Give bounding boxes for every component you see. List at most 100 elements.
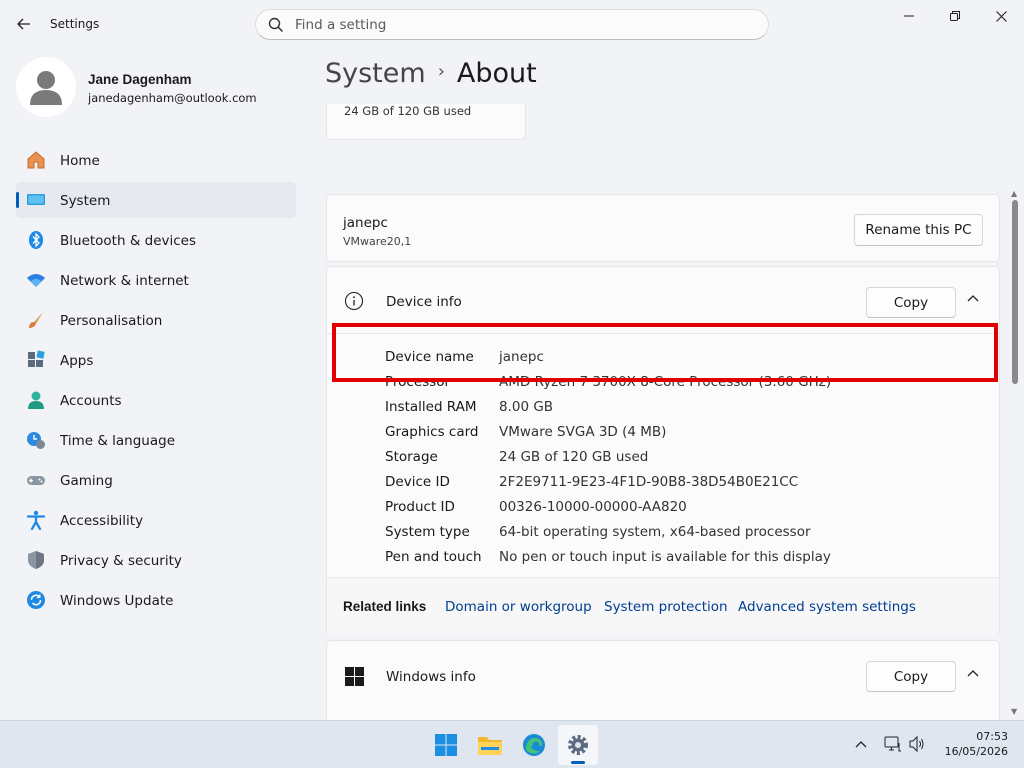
page-title: About bbox=[456, 58, 537, 89]
sidebar-item-privacy[interactable]: Privacy & security bbox=[16, 542, 296, 578]
sidebar-item-label: Home bbox=[60, 153, 100, 169]
sidebar-item-label: Accessibility bbox=[60, 513, 144, 529]
sidebar-item-label: Accounts bbox=[60, 393, 122, 409]
sidebar-item-accounts[interactable]: Accounts bbox=[16, 382, 296, 418]
sidebar-item-accessibility[interactable]: Accessibility bbox=[16, 502, 296, 538]
spec-value: 24 GB of 120 GB used bbox=[499, 449, 649, 465]
spec-key: Storage bbox=[385, 449, 438, 465]
maximize-button[interactable] bbox=[932, 0, 978, 32]
sidebar-item-home[interactable]: Home bbox=[16, 142, 296, 178]
back-arrow-icon bbox=[17, 18, 30, 30]
windows-logo-icon bbox=[345, 667, 364, 686]
pc-hostname: janepc bbox=[343, 215, 388, 231]
apps-icon bbox=[28, 350, 45, 367]
sidebar-item-label: Apps bbox=[60, 353, 94, 369]
system-clock[interactable]: 07:53 16/05/2026 bbox=[936, 729, 1008, 759]
home-icon bbox=[27, 151, 45, 169]
spec-value: 8.00 GB bbox=[499, 399, 554, 415]
sidebar-item-apps[interactable]: Apps bbox=[16, 342, 296, 378]
sidebar-item-gaming[interactable]: Gaming bbox=[16, 462, 296, 498]
start-button[interactable] bbox=[426, 725, 466, 765]
sidebar-item-label: Gaming bbox=[60, 473, 113, 489]
spec-key: Installed RAM bbox=[385, 399, 477, 415]
sidebar-item-time-language[interactable]: Time & language bbox=[16, 422, 296, 458]
close-icon bbox=[995, 10, 1007, 22]
clock-time: 07:53 bbox=[976, 730, 1008, 743]
rename-pc-button[interactable]: Rename this PC bbox=[854, 214, 983, 246]
spec-key: Device ID bbox=[385, 474, 450, 490]
spec-row: Storage 24 GB of 120 GB used bbox=[327, 443, 999, 468]
settings-taskbar-button[interactable] bbox=[558, 725, 598, 765]
scrollbar-thumb[interactable] bbox=[1012, 200, 1018, 384]
spec-value: 64-bit operating system, x64-based proce… bbox=[499, 524, 811, 540]
selection-indicator bbox=[16, 192, 19, 208]
search-icon bbox=[268, 17, 284, 33]
search-box[interactable] bbox=[255, 9, 769, 40]
spec-key: Processor bbox=[385, 374, 451, 390]
file-explorer-button[interactable] bbox=[470, 725, 510, 765]
spec-value: No pen or touch input is available for t… bbox=[499, 549, 831, 565]
network-icon[interactable] bbox=[884, 735, 902, 753]
edge-button[interactable] bbox=[514, 725, 554, 765]
title-bar: Settings bbox=[0, 0, 1024, 48]
copy-windows-info-button[interactable]: Copy bbox=[866, 661, 956, 692]
volume-icon[interactable] bbox=[908, 735, 926, 753]
device-info-card: Device info Copy Device name janepc Proce… bbox=[326, 266, 1000, 636]
spec-value: AMD Ryzen 7 3700X 8-Core Processor (3.60… bbox=[499, 374, 832, 390]
spec-row: Processor AMD Ryzen 7 3700X 8-Core Proces… bbox=[327, 368, 999, 393]
sidebar-item-network[interactable]: Network & internet bbox=[16, 262, 296, 298]
chevron-up-icon[interactable] bbox=[855, 740, 867, 748]
sidebar-item-label: Windows Update bbox=[60, 593, 174, 609]
sidebar-item-personalisation[interactable]: Personalisation bbox=[16, 302, 296, 338]
restore-icon bbox=[950, 11, 960, 21]
file-explorer-icon bbox=[478, 737, 502, 755]
spec-row: Installed RAM 8.00 GB bbox=[327, 393, 999, 418]
minimize-icon bbox=[904, 15, 914, 17]
user-profile[interactable]: Jane Dagenham janedagenham@outlook.com bbox=[16, 57, 306, 119]
scroll-down-icon[interactable]: ▼ bbox=[1011, 708, 1019, 716]
info-icon bbox=[344, 291, 364, 311]
spec-row: Graphics card VMware SVGA 3D (4 MB) bbox=[327, 418, 999, 443]
chevron-up-icon[interactable] bbox=[967, 294, 979, 302]
sidebar-item-label: Privacy & security bbox=[60, 553, 182, 569]
sidebar-item-system[interactable]: System bbox=[16, 182, 296, 218]
system-protection-link[interactable]: System protection bbox=[604, 599, 728, 615]
update-icon bbox=[27, 591, 45, 609]
copy-device-info-button[interactable]: Copy bbox=[866, 287, 956, 318]
breadcrumb-system[interactable]: System bbox=[325, 58, 426, 89]
gaming-icon bbox=[27, 476, 45, 485]
taskbar: 07:53 16/05/2026 bbox=[0, 720, 1024, 768]
search-input[interactable] bbox=[295, 16, 735, 34]
close-button[interactable] bbox=[978, 0, 1024, 32]
settings-window: Settings Jane Dagenham janedagenham@outl… bbox=[0, 0, 1024, 720]
active-app-indicator bbox=[571, 761, 585, 764]
storage-usage-text: 24 GB of 120 GB used bbox=[344, 104, 472, 118]
content-pane: 24 GB of 120 GB used janepc VMware20,1 R… bbox=[326, 104, 1000, 720]
back-button[interactable] bbox=[8, 12, 40, 36]
sidebar-item-label: System bbox=[60, 193, 111, 209]
scroll-up-icon[interactable]: ▲ bbox=[1011, 190, 1019, 198]
minimize-button[interactable] bbox=[886, 0, 932, 32]
spec-key: Pen and touch bbox=[385, 549, 482, 565]
avatar bbox=[16, 57, 76, 117]
sidebar-item-bluetooth[interactable]: Bluetooth & devices bbox=[16, 222, 296, 258]
spec-key: Graphics card bbox=[385, 424, 479, 440]
device-specs: Device name janepc Processor AMD Ryzen 7 3… bbox=[327, 333, 999, 565]
user-email: janedagenham@outlook.com bbox=[88, 91, 257, 105]
spec-row: Pen and touch No pen or touch input is av… bbox=[327, 543, 999, 568]
advanced-system-settings-link[interactable]: Advanced system settings bbox=[738, 599, 916, 615]
sidebar-item-label: Time & language bbox=[60, 433, 176, 449]
clock-date: 16/05/2026 bbox=[944, 745, 1008, 758]
domain-workgroup-link[interactable]: Domain or workgroup bbox=[445, 599, 592, 615]
sidebar-item-label: Network & internet bbox=[60, 273, 189, 289]
accessibility-icon bbox=[26, 510, 46, 530]
device-info-header[interactable]: Device info Copy bbox=[327, 267, 999, 333]
sidebar-item-windows-update[interactable]: Windows Update bbox=[16, 582, 296, 618]
user-name: Jane Dagenham bbox=[88, 72, 192, 87]
spec-value: 2F2E9711-9E23-4F1D-90B8-38D54B0E21CC bbox=[499, 474, 799, 490]
spec-value: janepc bbox=[499, 349, 544, 365]
spec-key: Product ID bbox=[385, 499, 455, 515]
sidebar-nav: Home System Bluetooth & devices Network … bbox=[16, 142, 296, 622]
chevron-up-icon[interactable] bbox=[967, 669, 979, 677]
bluetooth-icon bbox=[29, 231, 43, 249]
